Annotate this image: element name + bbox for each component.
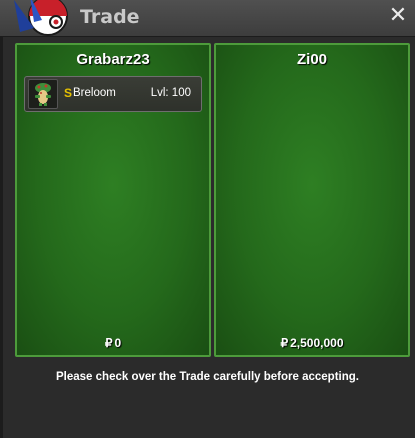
right-player-name: Zi00 [296,51,327,68]
pokemon-level: Lvl: 100 [150,87,191,99]
right-money: ₽2,500,000 [216,336,408,350]
window-title: Trade [80,6,140,28]
trade-warning-message: Please check over the Trade carefully be… [56,371,359,383]
window-edge [0,37,3,438]
left-player-name: Grabarz23 [76,51,150,68]
pokeball-logo-icon [14,0,68,36]
trade-body: Grabarz23 S Breloom Lvl: 100 ₽ 0 Zi00 ₽ … [0,37,415,438]
trade-window: Trade ✕ Grabarz23 S Breloom Lvl: 100 ₽ 0… [0,0,415,438]
right-trade-panel: Zi00 ₽2,500,000 [214,43,410,357]
left-money-value: 0 [114,336,122,350]
title-bar[interactable]: Trade ✕ [0,0,415,37]
breloom-sprite-icon [28,79,58,109]
trade-item-row[interactable]: S Breloom Lvl: 100 [24,76,202,112]
close-icon[interactable]: ✕ [387,4,409,28]
currency-symbol: ₽ [280,336,289,350]
shiny-badge: S [64,86,73,100]
right-money-value: 2,500,000 [290,336,344,350]
left-trade-panel: Grabarz23 S Breloom Lvl: 100 ₽ 0 [15,43,211,357]
pokemon-name: Breloom [73,87,116,99]
left-money: ₽0 [17,336,209,350]
currency-symbol: ₽ [104,336,113,350]
